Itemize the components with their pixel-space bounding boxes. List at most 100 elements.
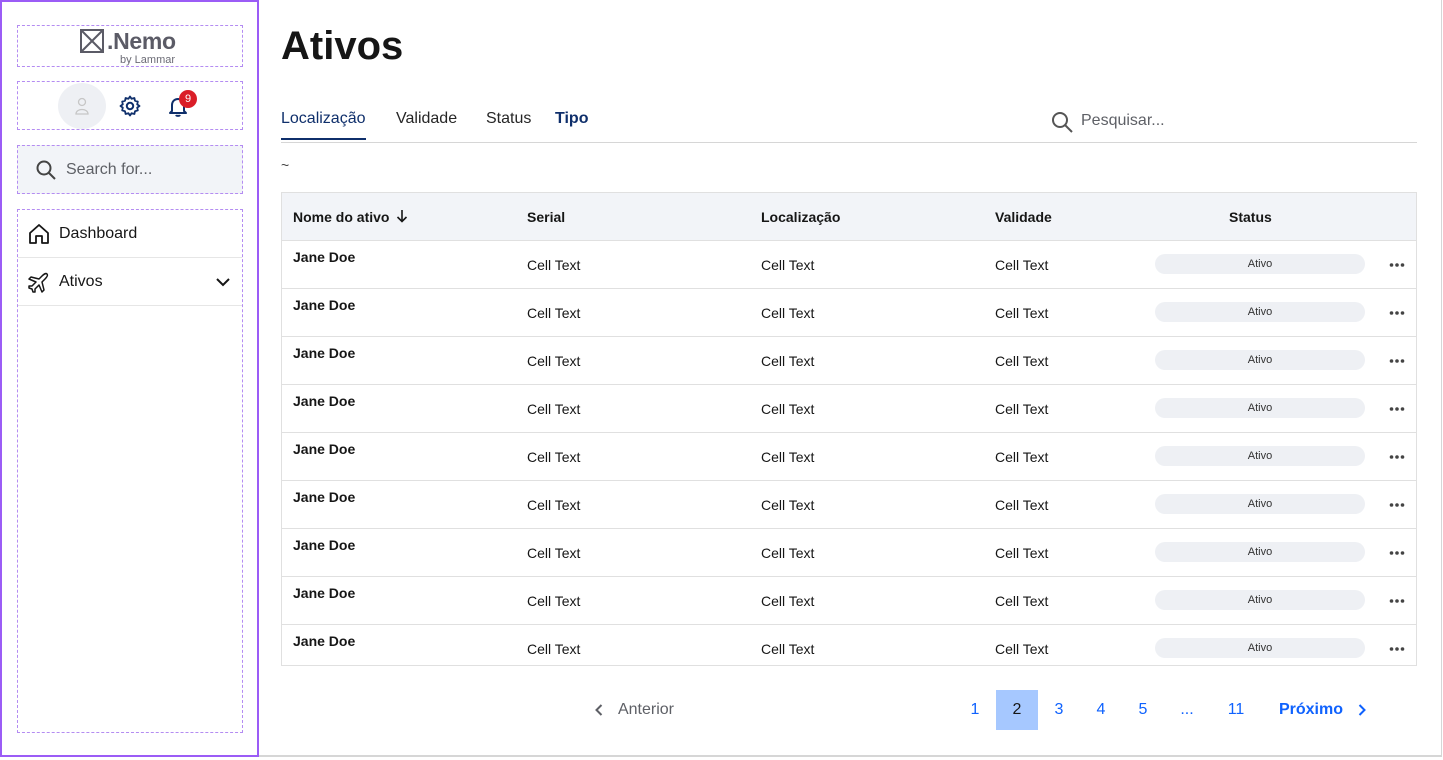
cell-serial: Cell Text [527, 449, 581, 465]
user-toolbar: 9 [17, 81, 243, 130]
header-nome[interactable]: Nome do ativo [293, 209, 389, 225]
cell-validade: Cell Text [995, 497, 1049, 513]
header-validade[interactable]: Validade [995, 209, 1052, 225]
overflow-menu-icon[interactable] [1388, 304, 1406, 322]
overflow-menu-icon[interactable] [1388, 592, 1406, 610]
cell-validade: Cell Text [995, 305, 1049, 321]
page-5[interactable]: 5 [1122, 690, 1164, 730]
page-3[interactable]: 3 [1038, 690, 1080, 730]
sort-arrow-down-icon[interactable] [395, 209, 409, 223]
overflow-menu-icon[interactable] [1388, 256, 1406, 274]
cell-validade: Cell Text [995, 449, 1049, 465]
chevron-right-icon [1358, 704, 1366, 716]
notification-badge: 9 [179, 90, 197, 108]
status-badge: Ativo [1155, 398, 1365, 418]
pagination-next[interactable]: Próximo [1269, 690, 1379, 730]
table-row[interactable]: Jane Doe Cell Text Cell Text Cell Text Ativo [282, 433, 1416, 481]
table-row[interactable]: Jane Doe Cell Text Cell Text Cell Text Ativo [282, 481, 1416, 529]
cell-validade: Cell Text [995, 257, 1049, 273]
cell-serial: Cell Text [527, 497, 581, 513]
overflow-menu-icon[interactable] [1388, 448, 1406, 466]
overflow-menu-icon[interactable] [1388, 544, 1406, 562]
table-search [1033, 104, 1417, 142]
table-row[interactable]: Jane Doe Cell Text Cell Text Cell Text Ativo [282, 385, 1416, 433]
page-4[interactable]: 4 [1080, 690, 1122, 730]
cell-name: Jane Doe [293, 345, 356, 361]
cell-localizacao: Cell Text [761, 593, 815, 609]
chevron-left-icon [595, 704, 603, 716]
tab-validade[interactable]: Validade [396, 110, 457, 138]
status-badge: Ativo [1155, 350, 1365, 370]
logo-subtitle: by Lammar [120, 54, 176, 66]
cell-validade: Cell Text [995, 641, 1049, 657]
table-row[interactable]: Jane Doe Cell Text Cell Text Cell Text Ativo [282, 577, 1416, 625]
tab-status[interactable]: Status [486, 110, 531, 138]
page-2-current[interactable]: 2 [996, 690, 1038, 730]
cell-validade: Cell Text [995, 545, 1049, 561]
pagination: Anterior 1 2 3 4 5 ... 11 Próximo [579, 690, 1366, 730]
table-row[interactable]: Jane Doe Cell Text Cell Text Cell Text Ativo [282, 529, 1416, 577]
filter-tabs: Localização Validade Status Tipo [281, 102, 1417, 143]
cell-name: Jane Doe [293, 441, 356, 457]
logo-icon [80, 29, 104, 53]
logo-name: .Nemo [107, 28, 176, 54]
table-header: Nome do ativo Serial Localização Validad… [282, 193, 1416, 241]
cell-localizacao: Cell Text [761, 545, 815, 561]
cell-name: Jane Doe [293, 393, 356, 409]
filter-indicator: ~ [281, 157, 290, 173]
cell-name: Jane Doe [293, 585, 356, 601]
sidebar: .Nemo by Lammar 9 Search for... Dashboar… [0, 0, 259, 757]
sidebar-nav: Dashboard Ativos [17, 209, 243, 733]
pagination-prev-label: Anterior [617, 701, 675, 718]
tab-localizacao[interactable]: Localização [281, 110, 366, 140]
table-row[interactable]: Jane Doe Cell Text Cell Text Cell Text Ativo [282, 241, 1416, 289]
overflow-menu-icon[interactable] [1388, 400, 1406, 418]
cell-serial: Cell Text [527, 641, 581, 657]
cell-serial: Cell Text [527, 545, 581, 561]
page-11[interactable]: 11 [1215, 690, 1257, 730]
cell-validade: Cell Text [995, 593, 1049, 609]
cell-localizacao: Cell Text [761, 305, 815, 321]
cell-name: Jane Doe [293, 297, 356, 313]
user-icon [75, 97, 89, 115]
status-badge: Ativo [1155, 254, 1365, 274]
table-row[interactable]: Jane Doe Cell Text Cell Text Cell Text Ativo [282, 625, 1416, 665]
logo[interactable]: .Nemo by Lammar [80, 28, 190, 66]
overflow-menu-icon[interactable] [1388, 496, 1406, 514]
search-icon [1052, 112, 1073, 133]
header-localizacao[interactable]: Localização [761, 209, 840, 225]
gear-icon[interactable] [118, 94, 142, 118]
sidebar-item-dashboard[interactable]: Dashboard [18, 210, 242, 258]
status-badge: Ativo [1155, 542, 1365, 562]
search-icon [36, 160, 56, 180]
sidebar-search-input[interactable] [66, 156, 236, 184]
assets-table: Nome do ativo Serial Localização Validad… [281, 192, 1417, 666]
overflow-menu-icon[interactable] [1388, 352, 1406, 370]
header-serial[interactable]: Serial [527, 209, 565, 225]
table-search-input[interactable] [1081, 108, 1401, 134]
status-badge: Ativo [1155, 446, 1365, 466]
pagination-next-label: Próximo [1278, 701, 1343, 718]
chevron-down-icon[interactable] [214, 273, 232, 291]
cell-name: Jane Doe [293, 489, 356, 505]
cell-validade: Cell Text [995, 401, 1049, 417]
status-badge: Ativo [1155, 302, 1365, 322]
overflow-menu-icon[interactable] [1388, 640, 1406, 658]
main-content: Ativos Localização Validade Status Tipo … [259, 0, 1442, 757]
sidebar-item-ativos[interactable]: Ativos [18, 258, 242, 306]
home-icon [29, 224, 49, 244]
cell-name: Jane Doe [293, 537, 356, 553]
tab-tipo[interactable]: Tipo [555, 110, 588, 138]
cell-serial: Cell Text [527, 305, 581, 321]
cell-localizacao: Cell Text [761, 497, 815, 513]
table-row[interactable]: Jane Doe Cell Text Cell Text Cell Text Ativo [282, 337, 1416, 385]
cell-name: Jane Doe [293, 633, 356, 649]
page-ellipsis: ... [1180, 701, 1194, 718]
pagination-prev[interactable]: Anterior [585, 690, 681, 730]
cell-localizacao: Cell Text [761, 257, 815, 273]
table-row[interactable]: Jane Doe Cell Text Cell Text Cell Text Ativo [282, 289, 1416, 337]
avatar[interactable] [58, 83, 106, 129]
header-status[interactable]: Status [1229, 209, 1272, 225]
page-1[interactable]: 1 [954, 690, 996, 730]
cell-serial: Cell Text [527, 593, 581, 609]
